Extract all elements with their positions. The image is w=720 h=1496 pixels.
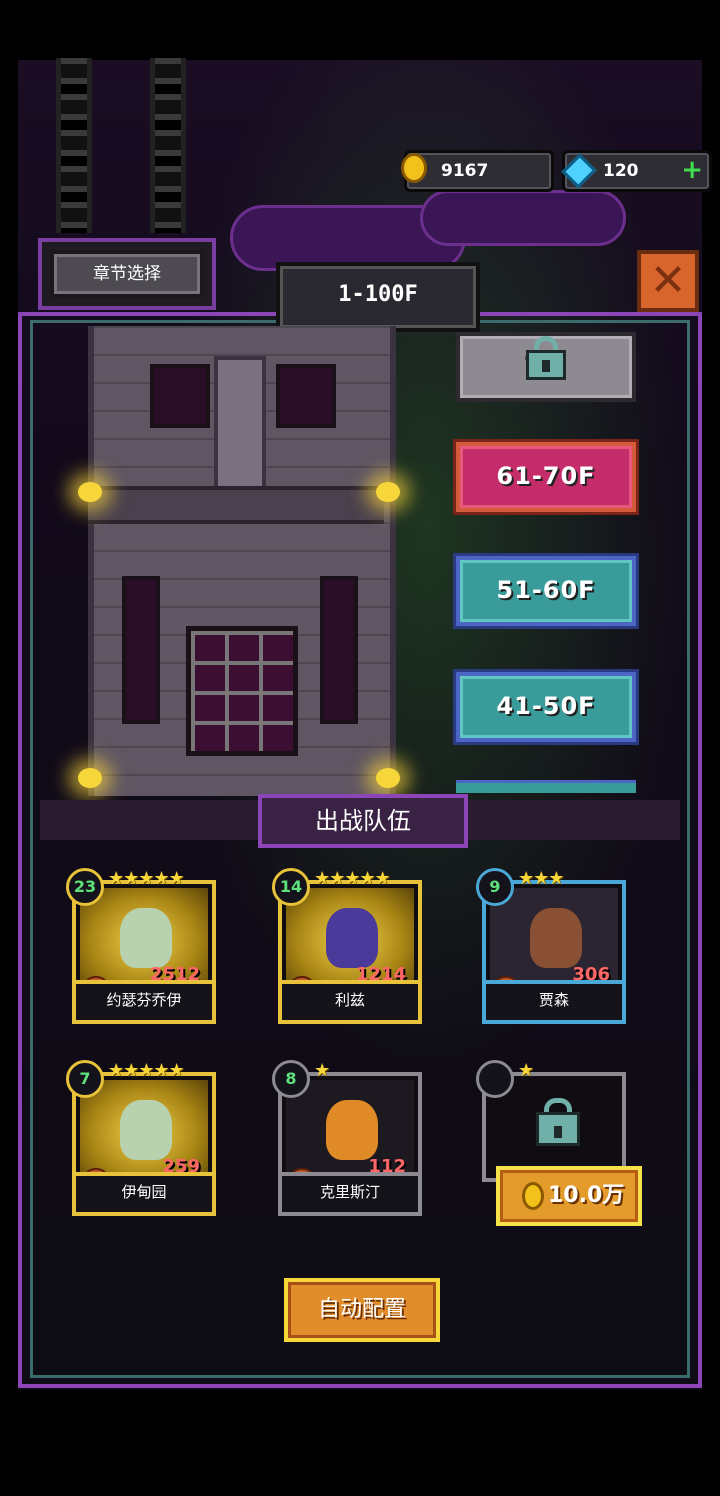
hero-card[interactable]: 2512 约瑟芬乔伊 23 ★★★★★ (66, 868, 216, 1024)
hero-stars: ★ (314, 1060, 330, 1081)
tower-pillar (214, 356, 266, 494)
hero-card[interactable]: 259 伊甸园 7 ★★★★★ (66, 1060, 216, 1216)
locked-slot-stars: ★ (518, 1060, 534, 1081)
torch-icon (78, 768, 102, 788)
chain-right-decoration (150, 58, 186, 233)
hero-portrait: 306 (490, 888, 618, 994)
hero-sprite (326, 908, 378, 968)
hero-stars: ★★★★★ (314, 868, 391, 889)
add-gems-button[interactable]: + (681, 155, 703, 185)
hero-portrait: 259 (80, 1080, 208, 1186)
gem-icon (561, 153, 597, 189)
tower-ledge (88, 486, 384, 524)
tower-window (276, 364, 336, 428)
hero-level-badge: 8 (272, 1060, 310, 1098)
hero-level-badge: 14 (272, 868, 310, 906)
locked-slot-badge (476, 1060, 514, 1098)
floor-button-61-70[interactable]: 61-70F (456, 442, 636, 512)
tower-window (150, 364, 210, 428)
hero-stars: ★★★ (518, 868, 564, 889)
coin-amount: 9167 (441, 161, 489, 181)
coin-icon (522, 1182, 544, 1210)
hero-level-badge: 23 (66, 868, 104, 906)
hero-card[interactable]: 1214 利兹 14 ★★★★★ (272, 868, 422, 1024)
lock-icon (526, 336, 566, 380)
floor-button-71-80-locked[interactable]: 7 F (456, 332, 636, 402)
coin-icon (401, 153, 427, 183)
floor-button-41-50[interactable]: 41-50F (456, 672, 636, 742)
tentacle-decoration (420, 190, 626, 246)
chapter-select-label: 章节选择 (50, 250, 204, 298)
hero-stars: ★★★★★ (108, 1060, 185, 1081)
auto-assign-button[interactable]: 自动配置 (284, 1278, 440, 1342)
lock-icon (536, 1098, 580, 1148)
tower-window (320, 576, 358, 724)
chain-left-decoration (56, 58, 92, 233)
close-button[interactable]: ✕ (637, 250, 699, 312)
hero-sprite (326, 1100, 378, 1160)
hero-name: 贾森 (486, 980, 622, 1020)
gem-amount: 120 (603, 161, 639, 181)
unlock-cost: 10.0万 (548, 1183, 625, 1208)
hero-name: 伊甸园 (76, 1172, 212, 1212)
hero-sprite (530, 908, 582, 968)
tower-window (122, 576, 160, 724)
hero-sprite (120, 908, 172, 968)
hero-sprite (120, 1100, 172, 1160)
unlock-slot-button[interactable]: 10.0万 (496, 1166, 642, 1226)
hero-name: 克里斯汀 (282, 1172, 418, 1212)
gem-counter: 120 + (561, 150, 712, 192)
floor-button-partial[interactable] (456, 780, 636, 793)
floor-button-51-60[interactable]: 51-60F (456, 556, 636, 626)
chapter-select-button[interactable]: 章节选择 (38, 238, 216, 310)
hero-card[interactable]: 306 贾森 9 ★★★ (476, 868, 626, 1024)
torch-icon (376, 482, 400, 502)
tower-illustration (88, 326, 396, 796)
hero-name: 约瑟芬乔伊 (76, 980, 212, 1020)
floor-range-title: 1-100F (276, 262, 480, 332)
hero-portrait: 112 (286, 1080, 414, 1186)
hero-name: 利兹 (282, 980, 418, 1020)
hero-card[interactable]: 112 克里斯汀 8 ★ (272, 1060, 422, 1216)
team-title: 出战队伍 (258, 794, 468, 848)
hero-portrait: 1214 (286, 888, 414, 994)
torch-icon (78, 482, 102, 502)
hero-stars: ★★★★★ (108, 868, 185, 889)
coin-counter: 9167 (401, 150, 554, 192)
tower-gate-window (186, 626, 298, 756)
hero-level-badge: 7 (66, 1060, 104, 1098)
close-icon: ✕ (649, 255, 687, 306)
torch-icon (376, 768, 400, 788)
hero-level-badge: 9 (476, 868, 514, 906)
hero-portrait: 2512 (80, 888, 208, 994)
